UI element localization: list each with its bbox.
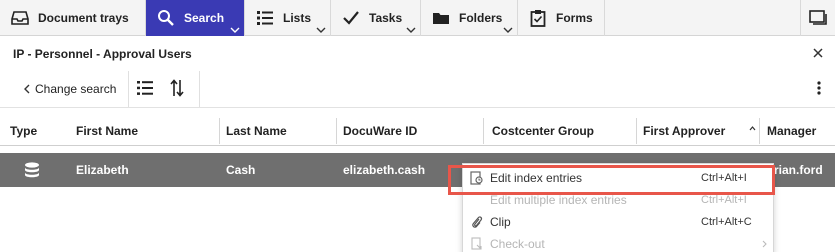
column-label: Costcenter Group [492, 124, 595, 138]
chevron-down-icon[interactable] [316, 26, 326, 34]
column-header-first-name[interactable]: First Name [76, 116, 220, 146]
menu-item-check-out[interactable]: Check-out [463, 233, 775, 252]
folder-icon [431, 8, 451, 28]
nav-folders-label: Folders [459, 11, 503, 25]
nav-lists-label: Lists [283, 11, 312, 25]
cell-docuware-id: elizabeth.cash [343, 163, 426, 177]
menu-item-label: Edit multiple index entries [490, 193, 627, 207]
column-label: DocuWare ID [343, 124, 418, 138]
nav-folders[interactable]: Folders [421, 0, 518, 36]
list-view-icon [136, 80, 154, 99]
tray-icon [10, 8, 30, 28]
nav-search-label: Search [184, 11, 225, 25]
nav-tasks[interactable]: Tasks [331, 0, 421, 36]
nav-document-trays[interactable]: Document trays [0, 0, 146, 36]
column-divider[interactable] [483, 118, 484, 144]
list-view-button[interactable] [129, 71, 161, 107]
search-icon [156, 8, 176, 28]
toolbar-divider [199, 71, 201, 107]
nav-tasks-label: Tasks [369, 11, 403, 25]
chevron-right-icon [762, 237, 767, 251]
column-label: Last Name [226, 124, 287, 138]
chevron-down-icon[interactable] [503, 26, 513, 34]
column-divider[interactable] [759, 118, 760, 144]
nav-search[interactable]: Search [146, 0, 245, 36]
list-icon [255, 8, 275, 28]
column-header-last-name[interactable]: Last Name [226, 116, 337, 146]
column-divider[interactable] [636, 118, 637, 144]
cell-last-name: Cash [226, 163, 256, 177]
check-out-icon [470, 237, 484, 251]
chevron-left-icon [24, 84, 30, 94]
clipboard-icon [528, 8, 548, 28]
sort-icon [170, 78, 184, 100]
menu-item-label: Check-out [490, 237, 545, 251]
nav-lists[interactable]: Lists [245, 0, 331, 36]
nav-forms[interactable]: Forms [518, 0, 605, 36]
column-divider[interactable] [336, 118, 337, 144]
column-header-costcenter-group[interactable]: Costcenter Group [492, 116, 637, 146]
nav-forms-label: Forms [556, 11, 593, 25]
column-label: First Name [76, 124, 139, 138]
column-header-type[interactable]: Type [10, 116, 68, 146]
page-title: IP - Personnel - Approval Users [13, 47, 192, 61]
column-label: First Approver [643, 124, 726, 138]
database-icon [23, 153, 41, 187]
menu-item-shortcut: Ctrl+Alt+I [701, 194, 747, 206]
more-options-button[interactable] [813, 80, 825, 98]
top-navigation: Document trays Search Lists Tasks Folder… [0, 0, 835, 36]
change-search-button[interactable]: Change search [0, 71, 130, 107]
window-icon [809, 9, 827, 28]
menu-item-clip[interactable]: Clip Ctrl+Alt+C [463, 211, 775, 233]
cell-first-name: Elizabeth [76, 163, 129, 177]
result-toolbar: Change search [0, 71, 835, 108]
change-search-label: Change search [35, 82, 117, 96]
cell-manager: rian.ford [774, 163, 823, 177]
sort-ascending-icon [749, 120, 756, 134]
column-label: Type [10, 124, 38, 138]
column-header-first-approver[interactable]: First Approver [643, 116, 760, 146]
column-label: Manager [767, 124, 817, 138]
more-vertical-icon [817, 80, 821, 98]
sort-button[interactable] [161, 71, 193, 107]
menu-item-label: Clip [490, 215, 511, 229]
table-header: Type First Name Last Name DocuWare ID Co… [0, 116, 835, 146]
checkmark-icon [341, 8, 361, 28]
paperclip-icon [470, 215, 484, 229]
close-icon[interactable] [811, 46, 825, 60]
highlight-box [448, 165, 775, 195]
chevron-down-icon[interactable] [406, 26, 416, 34]
window-toggle-button[interactable] [800, 0, 835, 36]
menu-item-shortcut: Ctrl+Alt+C [701, 216, 752, 228]
nav-document-trays-label: Document trays [38, 11, 129, 25]
result-list-header: IP - Personnel - Approval Users [0, 37, 835, 71]
chevron-down-icon[interactable] [230, 26, 240, 34]
column-divider[interactable] [219, 118, 220, 144]
column-header-docuware-id[interactable]: DocuWare ID [343, 116, 484, 146]
column-header-manager[interactable]: Manager [767, 116, 835, 146]
